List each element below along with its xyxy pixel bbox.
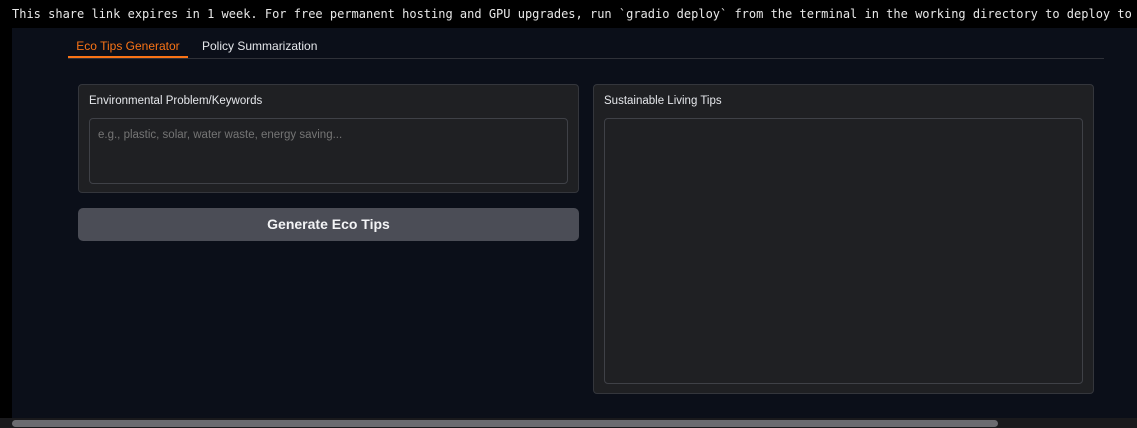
tab-eco-tips-generator[interactable]: Eco Tips Generator — [68, 34, 188, 58]
output-panel-label: Sustainable Living Tips — [604, 95, 722, 107]
generate-eco-tips-button[interactable]: Generate Eco Tips — [78, 208, 579, 241]
gradio-app: Eco Tips Generator Policy Summarization … — [12, 28, 1137, 418]
output-panel: Sustainable Living Tips — [593, 84, 1094, 394]
keywords-input[interactable] — [89, 118, 568, 184]
input-panel: Environmental Problem/Keywords — [78, 84, 579, 193]
terminal-share-link-message: This share link expires in 1 week. For f… — [0, 0, 1137, 28]
tab-policy-summarization[interactable]: Policy Summarization — [202, 34, 322, 58]
window-left-edge — [0, 28, 12, 418]
tab-bar: Eco Tips Generator Policy Summarization — [68, 34, 1104, 59]
tips-output[interactable] — [604, 118, 1083, 384]
input-panel-label: Environmental Problem/Keywords — [89, 95, 263, 107]
horizontal-scrollbar-thumb[interactable] — [12, 420, 998, 427]
